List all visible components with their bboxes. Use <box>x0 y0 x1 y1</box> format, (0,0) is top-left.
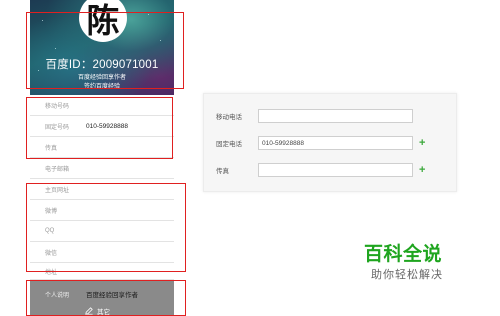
fixed-phone-label: 固定电话 <box>216 141 242 148</box>
edit-row-fixed: 固定电话 010-59928888 + <box>216 136 425 150</box>
highlight-box-phone <box>26 97 173 159</box>
logo-sub-text: 助你轻松解决 <box>371 269 443 281</box>
fixed-phone-input[interactable]: 010-59928888 <box>258 136 413 150</box>
fax-label: 传真 <box>216 168 229 175</box>
logo-main-text: 百科全说 <box>364 244 443 265</box>
add-fixed-phone-icon[interactable]: + <box>419 137 425 149</box>
field-label: 电子邮箱 <box>45 166 70 173</box>
highlight-box-description <box>26 280 186 316</box>
field-email[interactable]: 电子邮箱 <box>30 158 174 179</box>
add-fax-icon[interactable]: + <box>419 164 425 176</box>
watermark-logo: 百科全说 助你轻松解决 <box>348 231 476 291</box>
edit-row-mobile: 移动电话 <box>216 109 413 123</box>
mobile-input[interactable] <box>258 109 413 123</box>
mobile-label: 移动电话 <box>216 114 242 121</box>
edit-row-fax: 传真 + <box>216 163 425 177</box>
fax-input[interactable] <box>258 163 413 177</box>
highlight-box-social <box>26 183 186 272</box>
highlight-box-profile <box>26 12 184 89</box>
contact-edit-panel: 移动电话 固定电话 010-59928888 + 传真 + <box>203 93 457 192</box>
